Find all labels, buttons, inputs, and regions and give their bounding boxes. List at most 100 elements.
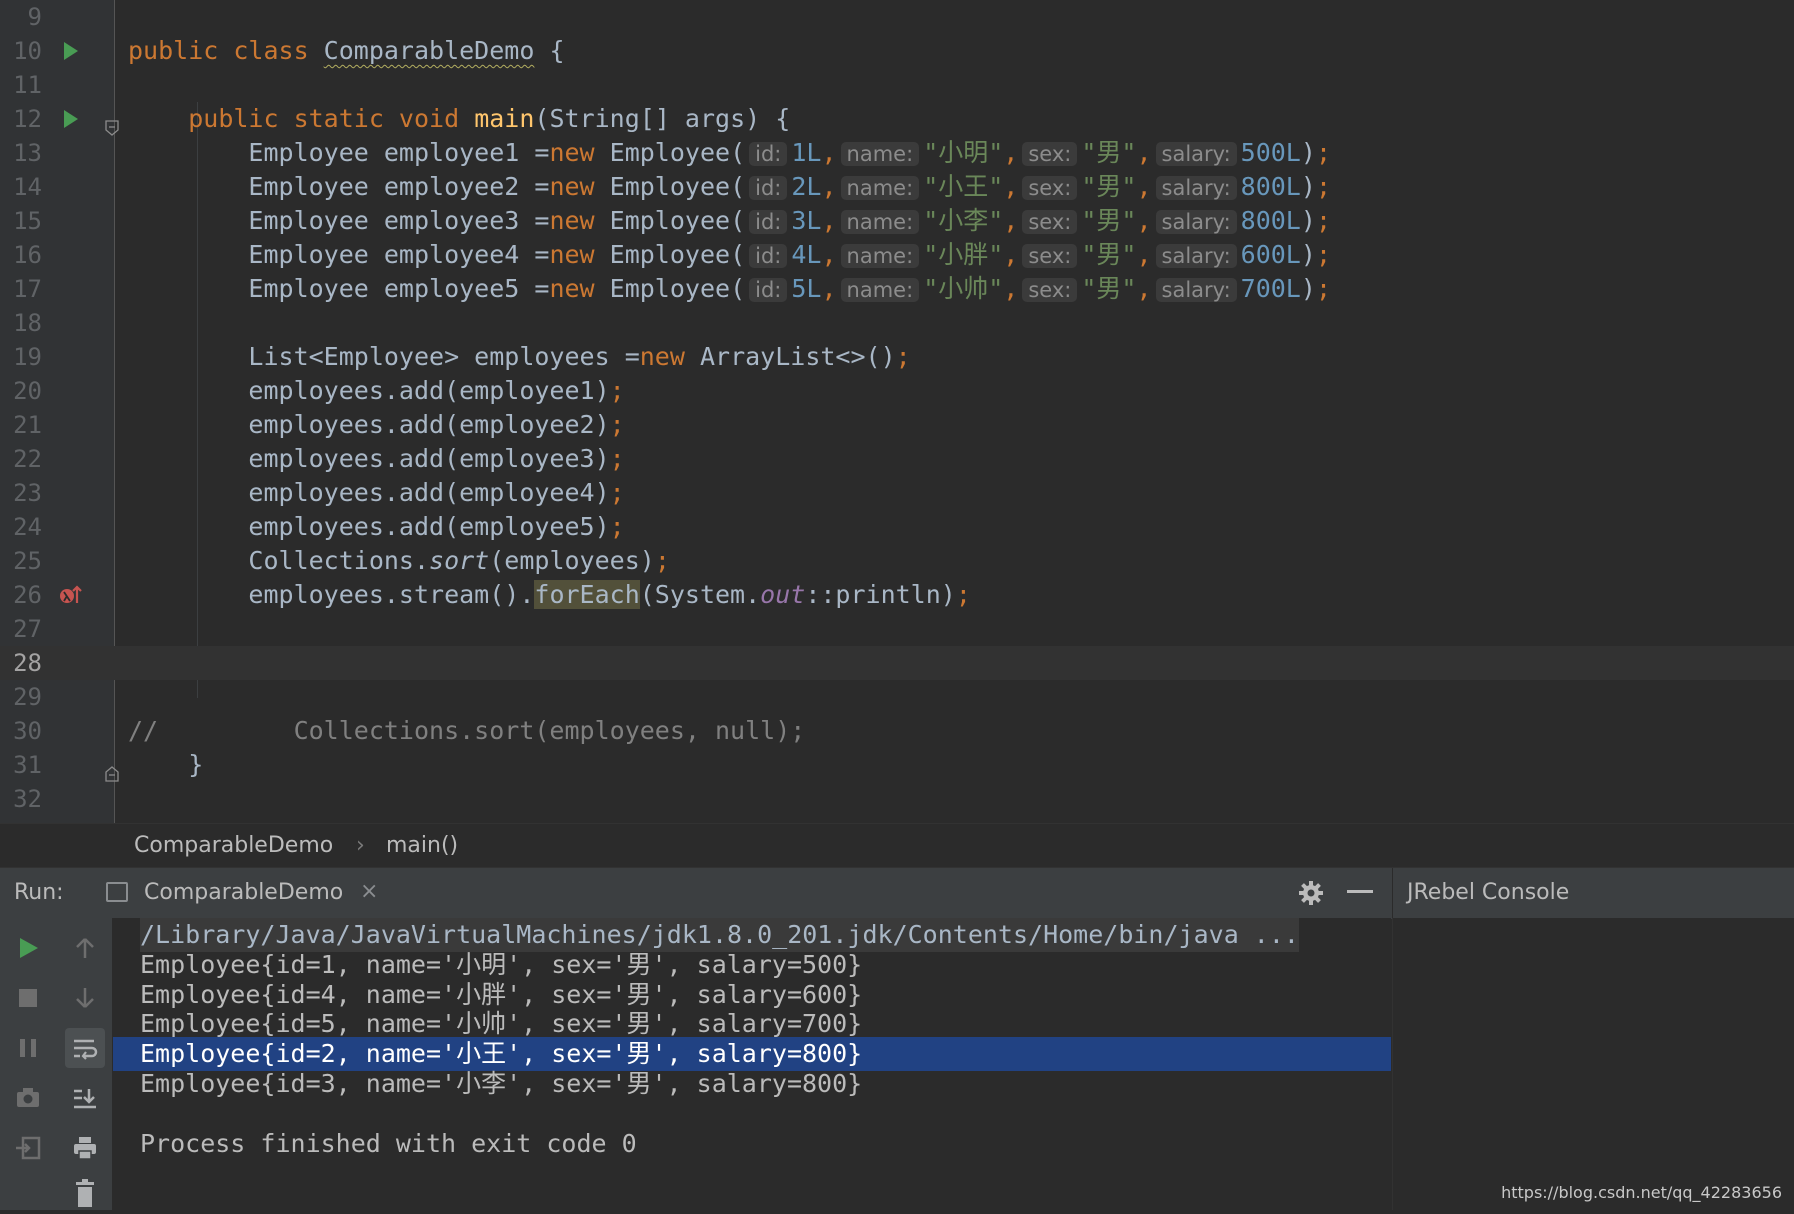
pause-icon[interactable]: [8, 1028, 48, 1068]
line-number[interactable]: 19: [0, 340, 42, 374]
line-number[interactable]: 21: [0, 408, 42, 442]
line-number[interactable]: 10: [0, 34, 42, 68]
code-line[interactable]: 32: [0, 782, 1794, 816]
code-line[interactable]: 18: [0, 306, 1794, 340]
run-icon[interactable]: [58, 34, 84, 68]
line-number[interactable]: 24: [0, 510, 42, 544]
parameter-hint: salary:: [1155, 176, 1237, 200]
code-line[interactable]: 10 public class ComparableDemo {: [0, 34, 1794, 68]
code-token: Employee employee1 =: [128, 138, 550, 167]
line-number[interactable]: 14: [0, 170, 42, 204]
print-icon[interactable]: [65, 1128, 105, 1168]
code-line[interactable]: 30 // Collections.sort(employees, null);: [0, 714, 1794, 748]
code-line[interactable]: 16 Employee employee4 =new Employee(id: 4…: [0, 238, 1794, 272]
line-number[interactable]: 26: [0, 578, 42, 612]
code-line[interactable]: 28: [0, 646, 1794, 680]
fold-close-icon[interactable]: [105, 757, 119, 782]
code-token: "小胖": [923, 240, 1004, 269]
line-number[interactable]: 9: [0, 0, 42, 34]
code-token: ;: [609, 444, 625, 473]
restore-layout-icon[interactable]: [8, 1128, 48, 1168]
code-token: "小李": [923, 206, 1004, 235]
code-line[interactable]: 17 Employee employee5 =new Employee(id: 5…: [0, 272, 1794, 306]
breadcrumb-class[interactable]: ComparableDemo: [134, 833, 333, 858]
code-line[interactable]: 14 Employee employee2 =new Employee(id: 2…: [0, 170, 1794, 204]
code-text: Employee employee5 =new Employee(id: 5L, n…: [128, 272, 1331, 307]
code-token: out: [760, 580, 806, 609]
code-text: // Collections.sort(employees, null);: [128, 714, 805, 748]
code-token: 500L: [1240, 138, 1301, 167]
trash-icon[interactable]: [65, 1174, 105, 1214]
line-number[interactable]: 32: [0, 782, 42, 816]
console-output[interactable]: /Library/Java/JavaVirtualMachines/jdk1.8…: [113, 918, 1391, 1210]
code-line[interactable]: 20 employees.add(employee1);: [0, 374, 1794, 408]
code-line[interactable]: 21 employees.add(employee2);: [0, 408, 1794, 442]
code-line[interactable]: 11: [0, 68, 1794, 102]
code-editor[interactable]: 9 10 public class ComparableDemo {11 12 pub…: [0, 0, 1794, 823]
code-token: ,: [1136, 172, 1152, 201]
code-line[interactable]: 31 }: [0, 748, 1794, 782]
code-token: 1L: [791, 138, 822, 167]
code-text: Employee employee4 =new Employee(id: 4L, n…: [128, 238, 1331, 273]
line-number[interactable]: 13: [0, 136, 42, 170]
code-line[interactable]: 12 public static void main(String[] args…: [0, 102, 1794, 136]
run-icon[interactable]: [58, 102, 84, 136]
code-line[interactable]: 22 employees.add(employee3);: [0, 442, 1794, 476]
close-icon[interactable]: ×: [360, 879, 378, 904]
code-line[interactable]: 19 List<Employee> employees =new ArrayLi…: [0, 340, 1794, 374]
line-number[interactable]: 28: [0, 646, 42, 680]
arrow-down-icon[interactable]: [65, 978, 105, 1018]
line-number[interactable]: 22: [0, 442, 42, 476]
line-number[interactable]: 27: [0, 612, 42, 646]
tab-comparable-demo[interactable]: ComparableDemo ×: [92, 868, 392, 919]
code-line[interactable]: 23 employees.add(employee4);: [0, 476, 1794, 510]
line-number[interactable]: 18: [0, 306, 42, 340]
scroll-to-end-icon[interactable]: [65, 1078, 105, 1118]
line-number[interactable]: 11: [0, 68, 42, 102]
parameter-hint: id:: [749, 210, 788, 234]
line-number[interactable]: 30: [0, 714, 42, 748]
code-token: new: [549, 206, 610, 235]
parameter-hint: sex:: [1022, 278, 1078, 302]
code-line[interactable]: 13 Employee employee1 =new Employee(id: 1…: [0, 136, 1794, 170]
line-number[interactable]: 16: [0, 238, 42, 272]
code-line[interactable]: 25 Collections.sort(employees);: [0, 544, 1794, 578]
line-number[interactable]: 29: [0, 680, 42, 714]
line-number[interactable]: 12: [0, 102, 42, 136]
code-token: Employee(: [609, 274, 746, 303]
jrebel-console-pane[interactable]: [1392, 918, 1794, 1210]
breadcrumb-method[interactable]: main(): [386, 833, 458, 858]
arrow-up-icon[interactable]: [65, 928, 105, 968]
line-number[interactable]: 25: [0, 544, 42, 578]
console-tab-icon: [106, 882, 128, 902]
code-token: employees.add(employee2): [128, 410, 610, 439]
code-line[interactable]: 29: [0, 680, 1794, 714]
code-token: (System.: [639, 580, 761, 609]
code-token: 700L: [1240, 274, 1301, 303]
code-token: 3L: [791, 206, 822, 235]
code-token: new: [549, 240, 610, 269]
code-line[interactable]: 9: [0, 0, 1794, 34]
fold-open-icon[interactable]: [105, 111, 119, 136]
line-number[interactable]: 23: [0, 476, 42, 510]
tab-jrebel-console[interactable]: JRebel Console: [1392, 868, 1794, 919]
soft-wrap-icon[interactable]: [65, 1028, 105, 1068]
line-number[interactable]: 17: [0, 272, 42, 306]
parameter-hint: name:: [840, 278, 920, 302]
code-token: ComparableDemo: [323, 36, 535, 65]
console-text: Process finished with exit code 0: [140, 1128, 637, 1158]
line-number[interactable]: 31: [0, 748, 42, 782]
stop-icon[interactable]: [8, 978, 48, 1018]
minimize-icon[interactable]: [1347, 890, 1373, 893]
code-line[interactable]: 27: [0, 612, 1794, 646]
breakpoint-lambda-icon[interactable]: [58, 578, 84, 612]
line-number[interactable]: 20: [0, 374, 42, 408]
code-line[interactable]: 15 Employee employee3 =new Employee(id: 3…: [0, 204, 1794, 238]
parameter-hint: name:: [840, 210, 920, 234]
code-line[interactable]: 24 employees.add(employee5);: [0, 510, 1794, 544]
gear-icon[interactable]: [1296, 878, 1326, 908]
rerun-icon[interactable]: [8, 928, 48, 968]
code-line[interactable]: 26 employees.stream().forEach(System.out…: [0, 578, 1794, 612]
line-number[interactable]: 15: [0, 204, 42, 238]
camera-icon[interactable]: [8, 1078, 48, 1118]
